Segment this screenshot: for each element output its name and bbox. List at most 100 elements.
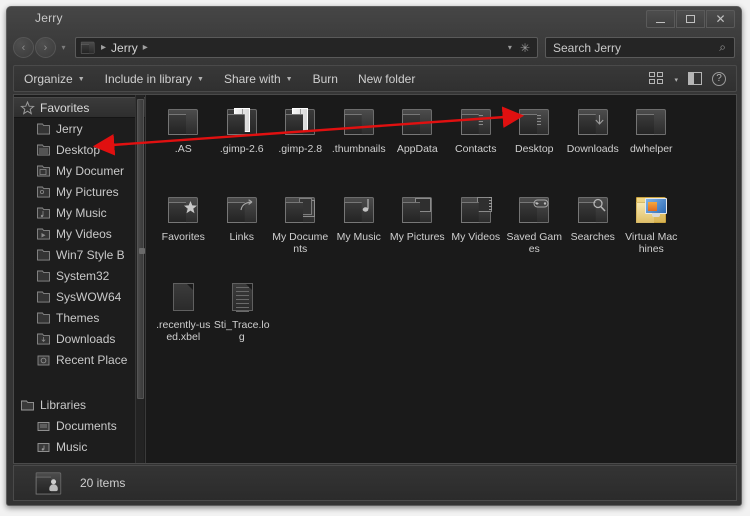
view-dropdown-icon[interactable]: ▾: [674, 76, 678, 84]
sidebar-item-my-pictures[interactable]: My Pictures: [14, 181, 145, 202]
file-tile-my-documents[interactable]: My Documents: [271, 189, 330, 277]
folder-icon: [36, 248, 51, 262]
file-list-pane[interactable]: .AS .gimp-2.6 .gimp-2.8 .thumbnails AppD…: [146, 95, 736, 463]
sidebar-item-my-documents[interactable]: My Documer: [14, 160, 145, 181]
toolbar-new-folder-button[interactable]: New folder: [348, 66, 425, 91]
file-tile-gimp-26[interactable]: .gimp-2.6: [213, 101, 272, 189]
sidebar-item-my-videos-label: My Videos: [56, 226, 112, 241]
saved-games-folder-icon: [517, 193, 551, 227]
toolbar-new-folder-label: New folder: [357, 71, 416, 86]
forward-button[interactable]: ›: [35, 37, 56, 58]
virtual-machines-folder-icon: [634, 193, 668, 227]
sidebar-item-syswow64[interactable]: SysWOW64: [14, 286, 145, 307]
file-tile-contacts[interactable]: Contacts: [447, 101, 506, 189]
my-documents-folder-icon: [283, 193, 317, 227]
folder-icon: [36, 122, 51, 136]
file-tile-my-music[interactable]: My Music: [330, 189, 389, 277]
file-tile-label: .AS: [174, 143, 192, 155]
title-bar[interactable]: Jerry ✕: [7, 7, 741, 33]
toolbar-burn-label: Burn: [312, 71, 338, 86]
sidebar-item-music-library[interactable]: Music: [14, 436, 145, 457]
sidebar-item-system32-label: System32: [56, 268, 110, 283]
sidebar-item-jerry[interactable]: Jerry: [14, 118, 145, 139]
file-tile-searches[interactable]: Searches: [564, 189, 623, 277]
sidebar-item-win7-style-builder[interactable]: Win7 Style B: [14, 244, 145, 265]
sidebar-item-jerry-label: Jerry: [56, 121, 83, 136]
sidebar-item-my-music[interactable]: My Music: [14, 202, 145, 223]
sidebar-item-downloads[interactable]: Downloads: [14, 328, 145, 349]
file-tile-sti-trace-log[interactable]: Sti_Trace.log: [213, 277, 272, 365]
user-folder-icon: [34, 469, 64, 497]
sidebar-item-themes-label: Themes: [56, 310, 100, 325]
toolbar-view-controls: ▾ ?: [649, 71, 736, 86]
sidebar-scrollbar[interactable]: [135, 95, 145, 463]
nav-group-libraries: Libraries Documents Music: [14, 394, 145, 457]
file-tile-favorites[interactable]: Favorites: [154, 189, 213, 277]
file-tile-label: My Pictures: [389, 231, 445, 243]
file-tile-label: .gimp-2.6: [219, 143, 264, 155]
navigation-pane: Favorites Jerry Desktop My Documer My Pi…: [14, 95, 146, 463]
sidebar-item-system32[interactable]: System32: [14, 265, 145, 286]
breadcrumb-separator-jerry[interactable]: ▸: [143, 42, 148, 53]
back-icon: ‹: [21, 41, 26, 54]
recent-places-icon: [36, 353, 51, 367]
toolbar-include-in-library-button[interactable]: Include in library ▼: [95, 66, 214, 91]
file-tile-my-pictures[interactable]: My Pictures: [388, 189, 447, 277]
sidebar-item-recent-places[interactable]: Recent Place: [14, 349, 145, 370]
address-bar[interactable]: ▸ Jerry ▸ ▾ ✳: [75, 37, 538, 58]
maximize-button[interactable]: [676, 10, 705, 28]
file-tile-thumbnails[interactable]: .thumbnails: [330, 101, 389, 189]
explorer-window: Jerry ✕ ‹ › ▾ ▸ Jerry ▸ ▾ ✳ Search Jerry…: [6, 6, 742, 506]
minimize-button[interactable]: [646, 10, 675, 28]
search-input[interactable]: Search Jerry: [546, 41, 621, 55]
folder-icon: [342, 105, 376, 139]
file-tile-label: Favorites: [161, 231, 205, 243]
file-tile-virtual-machines[interactable]: Virtual Machines: [622, 189, 681, 277]
command-toolbar: Organize ▼ Include in library ▼ Share wi…: [13, 65, 737, 92]
window-title: Jerry: [35, 11, 63, 25]
toolbar-share-with-button[interactable]: Share with ▼: [214, 66, 303, 91]
file-tile-saved-games[interactable]: Saved Games: [505, 189, 564, 277]
file-tile-desktop[interactable]: Desktop: [505, 101, 564, 189]
file-tile-label: My Documents: [272, 231, 329, 255]
navigation-buttons: ‹ › ▾: [13, 37, 69, 58]
sidebar-item-my-pictures-label: My Pictures: [56, 184, 119, 199]
close-button[interactable]: ✕: [706, 10, 735, 28]
contacts-folder-icon: [459, 105, 493, 139]
file-tile-dwhelper[interactable]: dwhelper: [622, 101, 681, 189]
toolbar-organize-button[interactable]: Organize ▼: [14, 66, 95, 91]
sidebar-item-themes[interactable]: Themes: [14, 307, 145, 328]
help-icon[interactable]: ?: [712, 71, 726, 86]
change-view-icon[interactable]: [649, 72, 664, 85]
file-tile-appdata[interactable]: AppData: [388, 101, 447, 189]
sidebar-header-libraries[interactable]: Libraries: [14, 394, 145, 415]
status-bar: 20 items: [13, 465, 737, 501]
file-tile-recently-used-xbel[interactable]: .recently-used.xbel: [154, 277, 213, 365]
toolbar-organize-label: Organize: [24, 71, 73, 86]
history-dropdown-button[interactable]: ▾: [58, 43, 69, 52]
file-tile-gimp-28[interactable]: .gimp-2.8: [271, 101, 330, 189]
file-tile-my-videos[interactable]: My Videos: [447, 189, 506, 277]
file-tile-links[interactable]: Links: [213, 189, 272, 277]
star-icon: [20, 100, 35, 115]
toolbar-burn-button[interactable]: Burn: [303, 66, 348, 91]
file-tile-as[interactable]: .AS: [154, 101, 213, 189]
sidebar-item-my-videos[interactable]: My Videos: [14, 223, 145, 244]
folder-icon: [36, 269, 51, 283]
sidebar-scrollbar-grip: [139, 248, 145, 254]
refresh-icon[interactable]: ✳: [520, 42, 530, 54]
back-button[interactable]: ‹: [13, 37, 34, 58]
sidebar-item-documents-library[interactable]: Documents: [14, 415, 145, 436]
sidebar-item-syswow64-label: SysWOW64: [56, 289, 122, 304]
sidebar-header-favorites[interactable]: Favorites: [14, 97, 145, 118]
folder-icon: [36, 290, 51, 304]
maximize-icon: [686, 15, 695, 23]
sidebar-item-desktop[interactable]: Desktop: [14, 139, 145, 160]
preview-pane-icon[interactable]: [688, 72, 702, 85]
search-box[interactable]: Search Jerry ⌕: [545, 37, 735, 58]
breadcrumb-item-jerry[interactable]: Jerry: [111, 41, 138, 55]
sidebar-item-my-documents-label: My Documer: [56, 163, 125, 178]
address-dropdown-icon[interactable]: ▾: [508, 43, 512, 52]
sidebar-scrollbar-thumb[interactable]: [137, 99, 145, 399]
file-tile-downloads[interactable]: Downloads: [564, 101, 623, 189]
